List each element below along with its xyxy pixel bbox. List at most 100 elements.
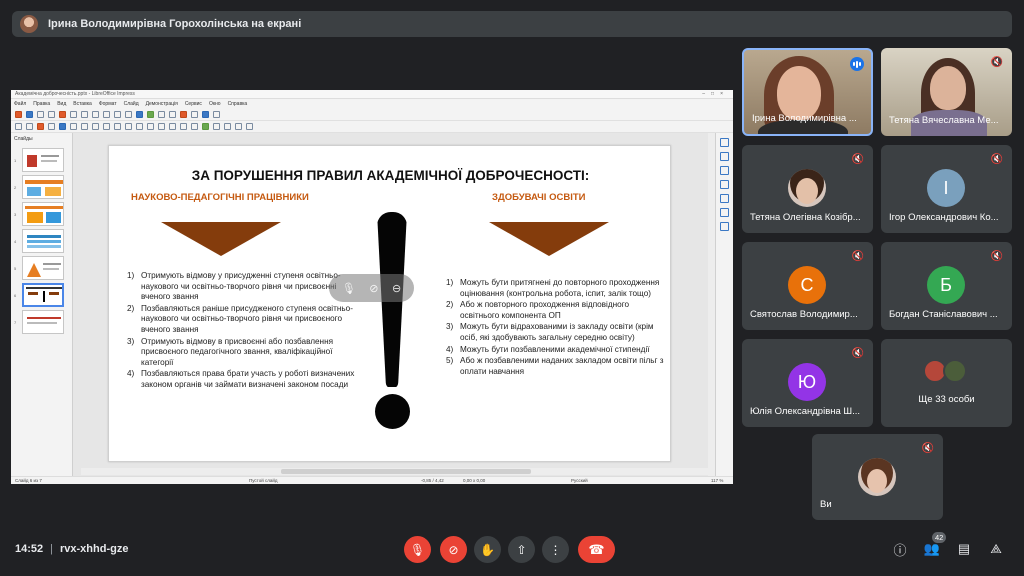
participant-avatar: С [788,266,826,304]
participant-tile[interactable]: 🔇 Тетяна Вячеславна Ме... [881,48,1012,136]
menu-slide: Слайд [123,101,139,107]
camera-off-icon: ⊘ [448,542,459,557]
volume-off-icon[interactable]: ⊘ [369,282,378,295]
transition-icon [720,180,729,189]
slide-thumbnail [22,175,64,199]
left-list-item: 1) Отримують відмову у присудженні ступен… [127,271,357,303]
separator: | [50,543,53,555]
more-participants-label: Ще 33 особи [918,394,975,405]
chat-button[interactable]: ▤ [956,541,972,557]
participant-face [777,66,821,120]
more-vert-icon: ⋮ [549,542,562,557]
item-number: 5) [446,356,454,366]
pdf-icon [59,111,66,118]
slide-right-heading: ЗДОБУВАЧІ ОСВІТИ [492,192,586,203]
more-options-button[interactable]: ⋮ [542,536,569,563]
mic-off-icon: 🔇 [851,154,864,165]
cut-icon [81,111,88,118]
menu-tools: Сервис [184,101,202,107]
participant-name: Юлія Олександрівна Ш... [750,406,861,417]
participant-avatar: Б [927,266,965,304]
slide-thumbnail [22,256,64,280]
right-list: 1) Можуть бути притягнені до повторного п… [446,278,666,378]
participants-count-badge: 42 [932,532,947,543]
participant-name: Святослав Володимир... [750,309,858,320]
chat-icon: ▤ [957,541,971,556]
item-number: 4) [127,369,135,379]
raise-hand-button[interactable]: ✋ [474,536,501,563]
table-icon [136,111,143,118]
slideshow-icon [180,111,187,118]
basic-shapes-icon [136,123,143,130]
item-text: Або ж повторного проходження відповідног… [460,300,630,320]
participant-tile[interactable]: 🔇 С Святослав Володимир... [742,242,873,330]
participant-tile[interactable]: 🔇 І Ігор Олександрович Ко... [881,145,1012,233]
panel-splitter [77,133,81,476]
screen-share-overlay[interactable]: 🎙 ⊘ ⊖ [329,274,414,302]
status-coords: -0,85 / 4,42 [421,478,444,483]
navigator-icon [720,222,729,231]
stars-icon [191,123,198,130]
participant-tile[interactable]: 🔇 Ю Юлія Олександрівна Ш... [742,339,873,427]
self-photo [858,458,896,496]
item-text: Отримують відмову в присвоєнні або позба… [141,336,334,367]
slide-left-heading: НАУКОВО-ПЕДАГОГІЧНІ ПРАЦІВНИКИ [131,192,309,203]
master-slides-icon [720,152,729,161]
meeting-clock: 14:52 [15,543,44,555]
more-options-icon[interactable]: ⊖ [392,282,401,295]
participant-avatar: Ю [788,363,826,401]
avatar-letter: Ю [797,371,817,392]
toggle-camera-button[interactable]: ⊘ [440,536,467,563]
app-menubar: Файл Правка Вид Вставка Формат Слайд Дем… [11,99,733,109]
participant-name: Ігор Олександрович Ко... [889,212,999,223]
gallery-icon [720,208,729,217]
slide-title: ЗА ПОРУШЕННЯ ПРАВИЛ АКАДЕМІЧНОЇ ДОБРОЧЕС… [191,168,590,183]
layout-icon [202,111,209,118]
meeting-info-button[interactable]: ⓘ [892,541,908,558]
people-button[interactable]: 👥 [924,541,940,557]
item-text: Отримують відмову у присудженні ступеня … [141,271,341,302]
display-icon [191,111,198,118]
master-icon [213,111,220,118]
mic-off-icon: 🔇 [851,348,864,359]
presenter-avatar [20,15,38,33]
self-tile[interactable]: 🔇 Ви [812,434,943,520]
open-icon [26,111,33,118]
participant-tile-presenter[interactable]: Ірина Володимирівна ... [742,48,873,136]
toggle-mic-button[interactable]: 🎙 [404,536,431,563]
app-toolbar-2 [11,121,733,133]
left-down-arrow [161,222,281,256]
slide-thumbnail-active [22,283,64,307]
save-icon [37,111,44,118]
participant-photo [788,169,826,207]
paste-icon [103,111,110,118]
mic-off-icon[interactable]: 🎙 [342,282,356,295]
rectangle-icon [81,123,88,130]
vertical-scrollbar[interactable] [708,133,715,476]
arrow-tool-icon [103,123,110,130]
scrollbar-thumb[interactable] [281,469,531,474]
symbol-shapes-icon [147,123,154,130]
horizontal-scrollbar[interactable] [81,468,708,475]
present-button[interactable]: ⇧ [508,536,535,563]
slide-number: 3 [14,211,17,217]
slide-thumbnail [22,229,64,253]
status-size: 0,00 x 0,00 [463,478,486,483]
slides-panel-title: Слайды [14,136,33,142]
select-icon [15,123,22,130]
item-number: 3) [127,336,135,346]
more-participants-tile[interactable]: Ще 33 особи [881,339,1012,427]
fill-color-icon [59,123,66,130]
menu-slideshow: Демонстрація [145,101,178,107]
status-lang: Русский [571,478,588,483]
menu-help: Справка [227,101,248,107]
menu-window: Окно [208,101,221,107]
mic-off-icon: 🔇 [851,251,864,262]
leave-call-button[interactable]: ☎ [578,536,615,563]
activities-button[interactable]: ⟁ [988,541,1004,557]
shadow-icon [246,123,253,130]
participant-tile[interactable]: 🔇 Тетяна Олегівна Козібр... [742,145,873,233]
participant-tile[interactable]: 🔇 Б Богдан Станіславович ... [881,242,1012,330]
rotate-icon [213,123,220,130]
item-number: 2) [446,300,454,310]
